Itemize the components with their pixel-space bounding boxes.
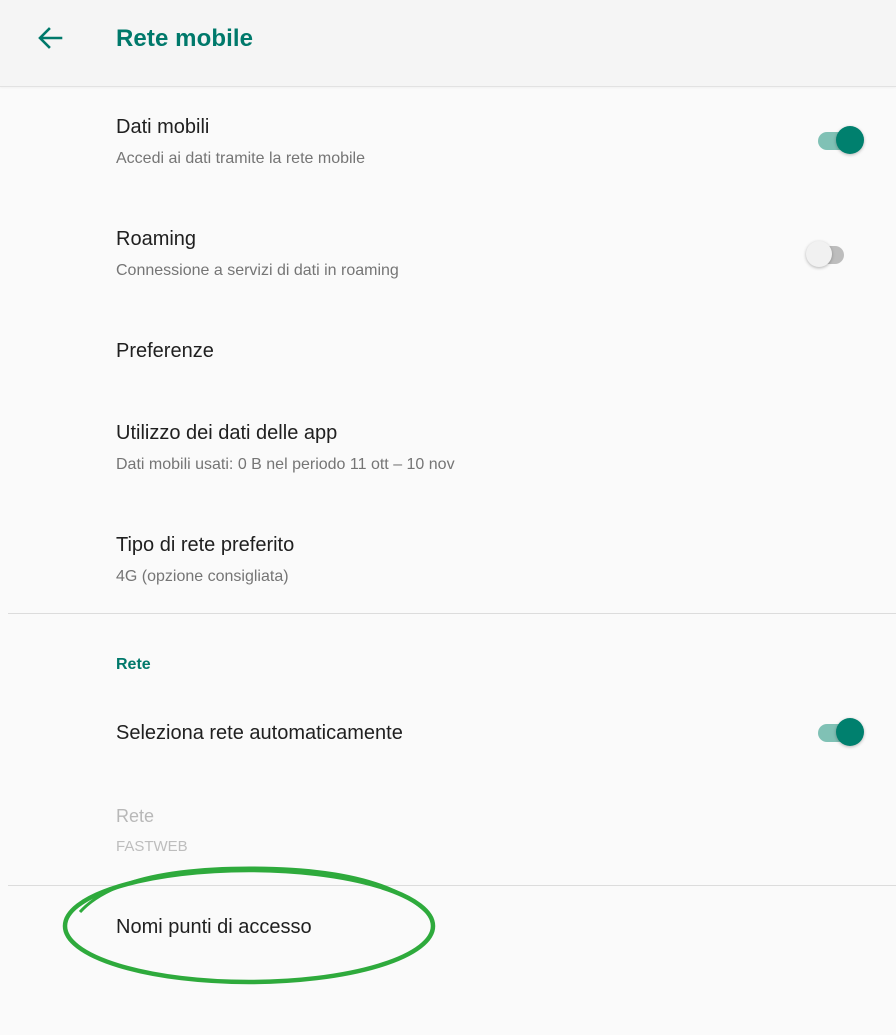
roaming-summary: Connessione a servizi di dati in roaming [116,262,399,279]
divider [8,613,896,614]
switch-thumb [806,241,832,267]
mobile-data-title: Dati mobili [116,116,210,138]
app-data-usage-title: Utilizzo dei dati delle app [116,422,338,444]
network-section-header: Rete [116,656,151,673]
mobile-data-summary: Accedi ai dati tramite la rete mobile [116,150,365,167]
auto-select-network-row[interactable]: Seleziona rete automaticamente [0,696,896,772]
auto-select-network-title: Seleziona rete automaticamente [116,722,403,744]
preferences-row[interactable]: Preferenze [0,318,896,388]
page-title: Rete mobile [116,25,254,52]
app-data-usage-summary: Dati mobili usati: 0 B nel periodo 11 ot… [116,456,455,473]
roaming-switch[interactable] [806,237,856,271]
mobile-data-switch[interactable] [816,123,866,157]
preferences-title: Preferenze [116,340,214,362]
preferred-network-type-title: Tipo di rete preferito [116,534,295,556]
apn-title: Nomi punti di accesso [116,916,312,938]
roaming-row[interactable]: Roaming Connessione a servizi di dati in… [0,212,896,312]
network-title: Rete [116,806,155,826]
roaming-title: Roaming [116,228,197,250]
switch-thumb [836,718,864,746]
divider [8,885,896,886]
preferred-network-type-row[interactable]: Tipo di rete preferito 4G (opzione consi… [0,518,896,610]
back-arrow-icon[interactable] [36,24,64,52]
app-bar: Rete mobile [0,0,896,87]
app-data-usage-row[interactable]: Utilizzo dei dati delle app Dati mobili … [0,406,896,506]
preferred-network-type-summary: 4G (opzione consigliata) [116,568,289,585]
network-summary: FASTWEB [116,838,188,855]
switch-thumb [836,126,864,154]
auto-select-network-switch[interactable] [816,715,866,749]
network-row: Rete FASTWEB [0,790,896,880]
apn-row[interactable]: Nomi punti di accesso [0,892,896,972]
mobile-data-row[interactable]: Dati mobili Accedi ai dati tramite la re… [0,100,896,200]
